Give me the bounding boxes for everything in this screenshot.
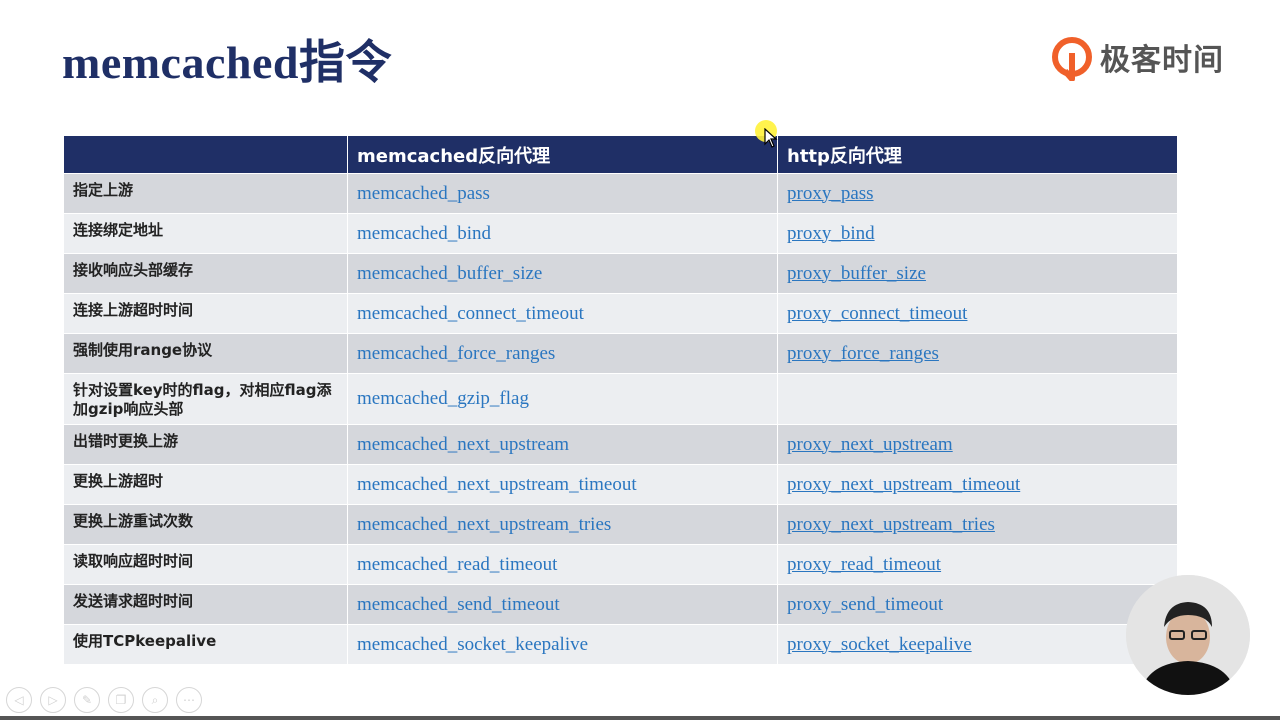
logo-mark-icon [1052, 37, 1092, 82]
http-directive-cell: proxy_bind [777, 214, 1177, 253]
memcached-directive: memcached_pass [347, 174, 777, 213]
http-directive-cell: proxy_next_upstream [777, 425, 1177, 464]
table-row: 指定上游 memcached_pass proxy_pass [64, 173, 1177, 213]
http-directive-link[interactable]: proxy_socket_keepalive [787, 634, 972, 656]
table-row: 出错时更换上游 memcached_next_upstream proxy_next… [64, 424, 1177, 464]
http-directive-link[interactable]: proxy_read_timeout [787, 554, 941, 576]
row-label: 连接上游超时时间 [73, 301, 194, 319]
table-row: 发送请求超时时间 memcached_send_timeout proxy_send… [64, 584, 1177, 624]
http-directive: proxy_send_timeout [787, 593, 944, 615]
mouse-cursor-icon [764, 128, 778, 148]
memcached-directive: memcached_next_upstream [347, 425, 777, 464]
table-row: 更换上游重试次数 memcached_next_upstream_tries pro… [64, 504, 1177, 544]
http-directive-link[interactable]: proxy_force_ranges [787, 343, 939, 365]
copy-icon[interactable]: ❐ [108, 687, 134, 713]
memcached-directive: memcached_read_timeout [347, 545, 777, 584]
header-cell-label [64, 136, 347, 173]
table-row: 连接上游超时时间 memcached_connect_timeout proxy_c… [64, 293, 1177, 333]
http-directive-link[interactable]: proxy_next_upstream [787, 434, 953, 456]
directive-table: memcached反向代理 http反向代理 指定上游 memcached_pas… [64, 136, 1177, 664]
http-directive-cell: proxy_next_upstream_timeout [777, 465, 1177, 504]
row-label: 出错时更换上游 [73, 432, 179, 450]
row-label: 接收响应头部缓存 [73, 261, 194, 279]
row-label: 读取响应超时时间 [73, 552, 194, 570]
slide-title: memcached指令 [62, 37, 392, 88]
row-label: 使用TCPkeepalive [73, 632, 217, 650]
http-directive-cell: proxy_read_timeout [777, 545, 1177, 584]
row-label: 连接绑定地址 [73, 221, 164, 239]
memcached-directive: memcached_bind [347, 214, 777, 253]
memcached-directive: memcached_gzip_flag [347, 374, 777, 424]
presenter-video [1126, 575, 1250, 695]
row-label: 指定上游 [73, 181, 134, 199]
row-label: 发送请求超时时间 [73, 592, 194, 610]
http-directive-link[interactable]: proxy_next_upstream_timeout [787, 474, 1020, 496]
memcached-directive: memcached_buffer_size [347, 254, 777, 293]
http-directive-link[interactable]: proxy_pass [787, 183, 874, 205]
table-row: 读取响应超时时间 memcached_read_timeout proxy_read… [64, 544, 1177, 584]
http-directive-cell: proxy_connect_timeout [777, 294, 1177, 333]
bottom-bar [0, 716, 1280, 720]
http-directive-cell: proxy_socket_keepalive [777, 625, 1177, 664]
table-header-row: memcached反向代理 http反向代理 [64, 136, 1177, 173]
row-label: 更换上游重试次数 [73, 512, 194, 530]
next-icon[interactable]: ▷ [40, 687, 66, 713]
http-directive-link[interactable]: proxy_bind [787, 223, 875, 245]
table-row: 更换上游超时 memcached_next_upstream_timeout pro… [64, 464, 1177, 504]
more-icon[interactable]: ⋯ [176, 687, 202, 713]
row-label: 更换上游超时 [73, 472, 164, 490]
zoom-icon[interactable]: ⌕ [142, 687, 168, 713]
http-directive-link[interactable]: proxy_next_upstream_tries [787, 514, 995, 536]
http-directive-cell: proxy_pass [777, 174, 1177, 213]
row-label: 针对设置key时的flag，对相应flag添加gzip响应头部 [73, 381, 332, 418]
header-cell-http: http反向代理 [777, 136, 1177, 173]
http-directive-cell: proxy_force_ranges [777, 334, 1177, 373]
memcached-directive: memcached_force_ranges [347, 334, 777, 373]
table-row: 连接绑定地址 memcached_bind proxy_bind [64, 213, 1177, 253]
table-row: 针对设置key时的flag，对相应flag添加gzip响应头部 memcached… [64, 373, 1177, 424]
table-row: 接收响应头部缓存 memcached_buffer_size proxy_buffe… [64, 253, 1177, 293]
memcached-directive: memcached_socket_keepalive [347, 625, 777, 664]
table-row: 强制使用range协议 memcached_force_ranges proxy_f… [64, 333, 1177, 373]
memcached-directive: memcached_next_upstream_tries [347, 505, 777, 544]
prev-icon[interactable]: ◁ [6, 687, 32, 713]
slide-toolbar: ◁ ▷ ✎ ❐ ⌕ ⋯ [6, 687, 202, 713]
http-directive-cell: proxy_buffer_size [777, 254, 1177, 293]
table-row: 使用TCPkeepalive memcached_socket_keepalive… [64, 624, 1177, 664]
memcached-directive: memcached_send_timeout [347, 585, 777, 624]
http-directive-link[interactable]: proxy_connect_timeout [787, 303, 967, 325]
header-cell-memcached: memcached反向代理 [347, 136, 777, 173]
http-directive-cell: proxy_send_timeout [777, 585, 1177, 624]
http-directive-cell: proxy_next_upstream_tries [777, 505, 1177, 544]
brand-logo: 极客时间 [1052, 34, 1224, 82]
memcached-directive: memcached_next_upstream_timeout [347, 465, 777, 504]
memcached-directive: memcached_connect_timeout [347, 294, 777, 333]
pen-icon[interactable]: ✎ [74, 687, 100, 713]
row-label: 强制使用range协议 [73, 341, 213, 359]
http-directive-link[interactable]: proxy_buffer_size [787, 263, 926, 285]
http-directive-cell [777, 374, 1177, 424]
logo-text: 极客时间 [1100, 43, 1224, 78]
